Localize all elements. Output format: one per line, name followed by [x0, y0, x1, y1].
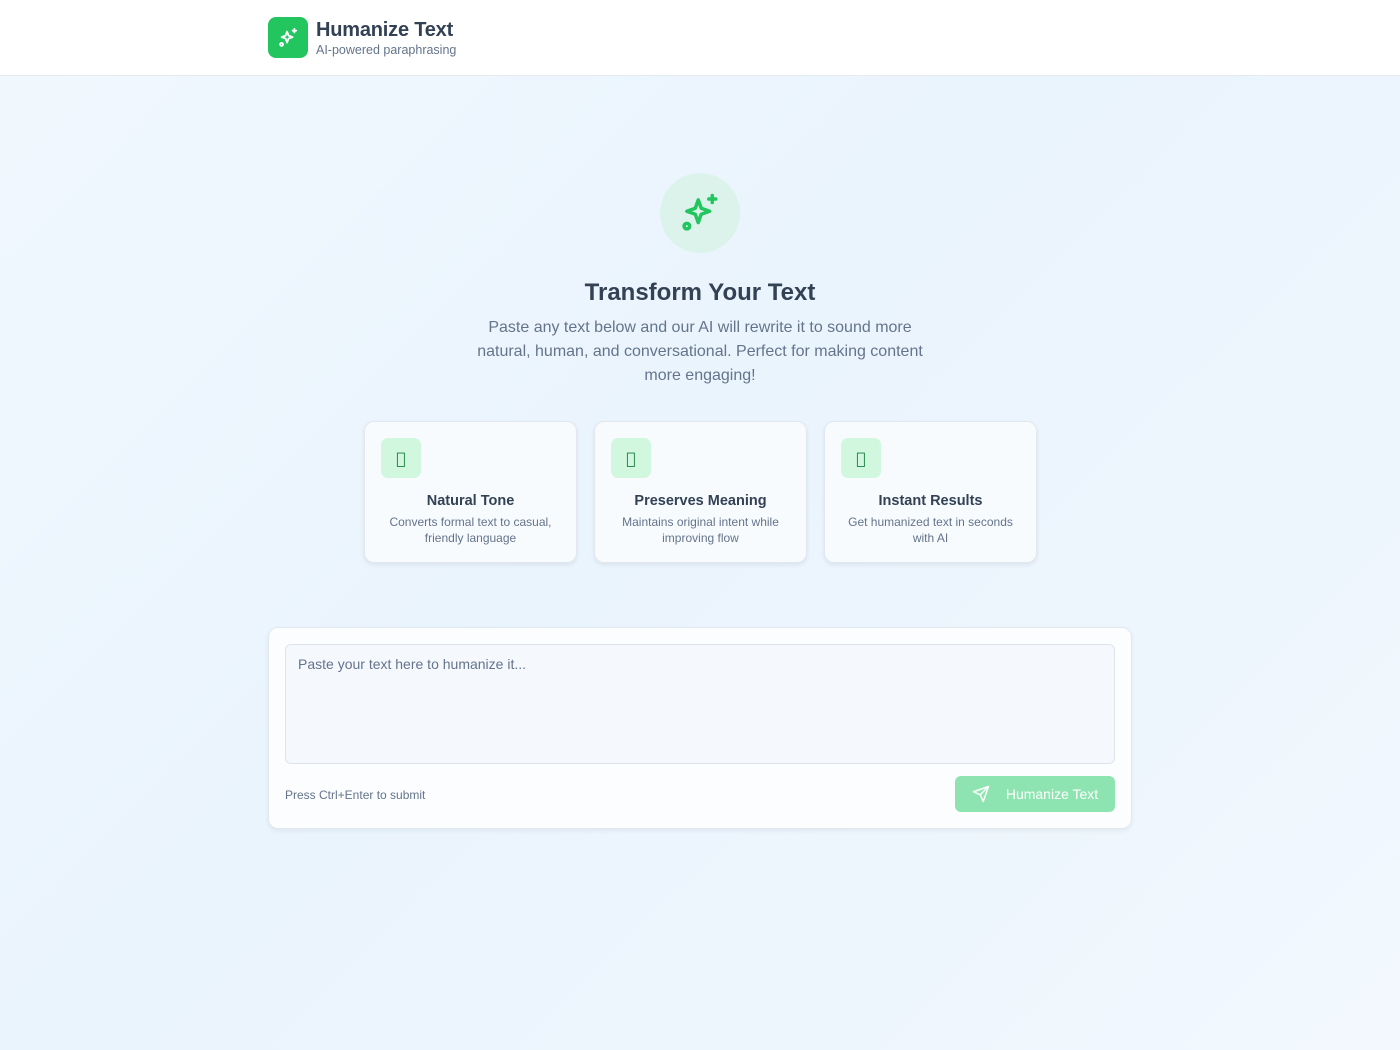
- humanize-button-label: Humanize Text: [1005, 786, 1099, 802]
- feature-card-preserves-meaning:  Preserves Meaning Maintains original i…: [594, 421, 807, 563]
- app-header: Humanize Text AI-powered paraphrasing: [0, 0, 1400, 76]
- page-description: Paste any text below and our AI will rew…: [477, 319, 923, 384]
- sparkles-icon: [268, 17, 308, 58]
- app-title: Humanize Text: [316, 18, 454, 41]
- brand[interactable]: Humanize Text AI-powered paraphrasing: [268, 17, 456, 58]
- keyboard-hint: Press Ctrl+Enter to submit: [285, 788, 426, 802]
- feature-icon: : [381, 438, 421, 478]
- page-title: Transform Your Text: [584, 279, 816, 306]
- feature-description: Maintains original intent while improvin…: [622, 515, 779, 545]
- send-icon: [972, 785, 990, 803]
- feature-icon: : [611, 438, 651, 478]
- feature-card-instant-results:  Instant Results Get humanized text in …: [824, 421, 1037, 563]
- feature-title: Preserves Meaning: [634, 493, 767, 509]
- feature-description: Get humanized text in seconds with AI: [848, 515, 1013, 545]
- feature-description: Converts formal text to casual, friendly…: [389, 515, 552, 545]
- feature-card-natural-tone:  Natural Tone Converts formal text to c…: [364, 421, 577, 563]
- feature-icon: : [841, 438, 881, 478]
- sparkles-icon: [660, 173, 740, 253]
- feature-list:  Natural Tone Converts formal text to c…: [364, 421, 1037, 563]
- input-card: Press Ctrl+Enter to submit Humanize Text: [268, 627, 1132, 829]
- text-input[interactable]: [285, 644, 1115, 764]
- feature-title: Instant Results: [878, 493, 983, 509]
- humanize-button[interactable]: Humanize Text: [955, 776, 1115, 812]
- feature-title: Natural Tone: [426, 493, 515, 509]
- app-subtitle: AI-powered paraphrasing: [316, 42, 457, 57]
